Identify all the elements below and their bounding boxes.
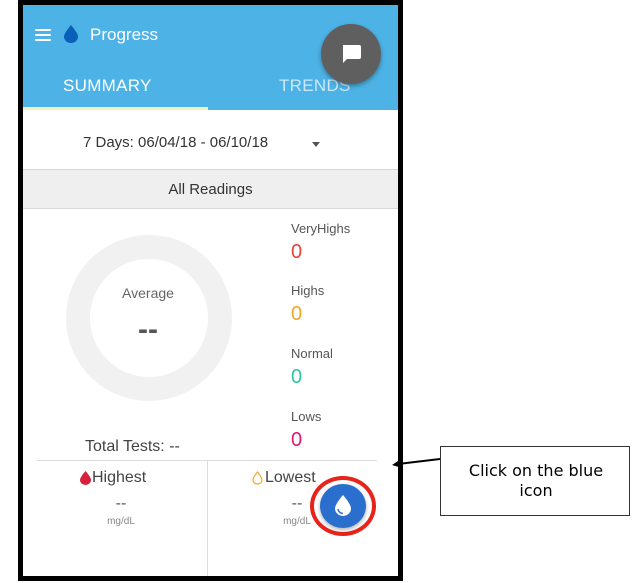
instruction-callout: Click on the blue icon [440,446,630,516]
callout-text: Click on the blue icon [468,461,604,500]
